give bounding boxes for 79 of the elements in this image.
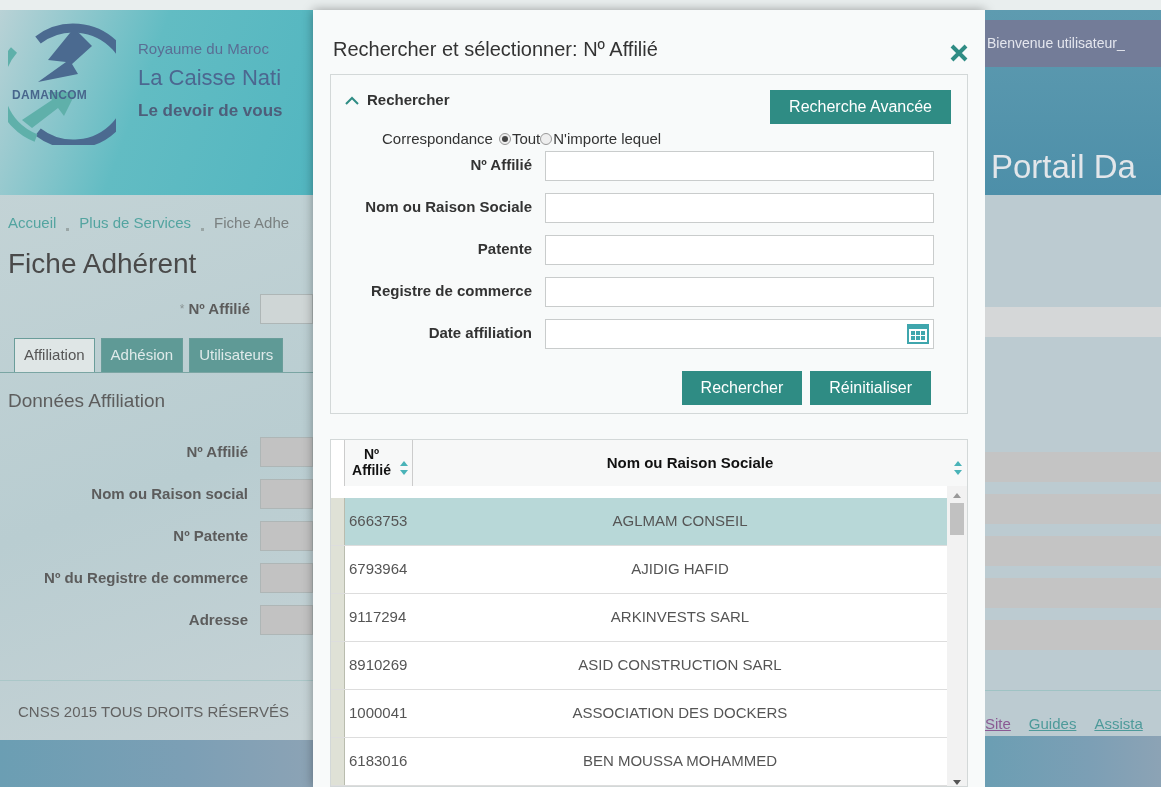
table-cell-text: ASID CONSTRUCTION SARL — [577, 655, 783, 676]
field-label: Nom ou Raison social — [91, 483, 248, 504]
footer-link[interactable]: Site — [985, 713, 1011, 736]
table-row[interactable]: 9117294 ARKINVESTS SARL — [331, 594, 947, 642]
breadcrumb-separator — [201, 227, 205, 231]
chevron-icon — [345, 94, 359, 106]
table-cell-text: ARKINVESTS SARL — [609, 607, 751, 628]
welcome-text: Bienvenue utilisateur_ — [985, 20, 1161, 67]
table-cell-text: BEN MOUSSA MOHAMMED — [581, 751, 779, 772]
field-label: Registre de commerce — [370, 281, 532, 302]
table-row[interactable]: 6663753 AGLMAM CONSEIL — [331, 498, 947, 546]
table-row[interactable]: 1000041 ASSOCIATION DES DOCKERS — [331, 690, 947, 738]
field-label: Adresse — [188, 609, 248, 630]
close-icon — [950, 43, 968, 62]
section-title: Données Affiliation — [7, 388, 167, 413]
breadcrumb-separator — [66, 227, 70, 231]
page-title: Fiche Adhérent — [7, 246, 198, 281]
table-cell-text: 8910269 — [348, 655, 409, 676]
input-field[interactable] — [985, 536, 1161, 566]
table-cell-text: 1000041 — [348, 703, 409, 724]
column-header[interactable]: Nom ou Raison Sociale — [413, 439, 967, 486]
date-field[interactable] — [545, 318, 934, 349]
field-label: Nº Patente — [173, 525, 248, 546]
motto-text: Le devoir de vous — [138, 99, 283, 122]
table-cell-text: AGLMAM CONSEIL — [611, 511, 749, 532]
field-label: Patente — [476, 239, 532, 260]
input-field[interactable] — [260, 563, 313, 594]
table-row[interactable]: 6183016 BEN MOUSSA MOHAMMED — [331, 738, 947, 786]
input-field[interactable] — [985, 307, 1161, 337]
tab[interactable]: Affiliation — [14, 338, 95, 372]
input-field[interactable] — [260, 479, 313, 510]
table-cell-text: 6793964 — [348, 559, 409, 580]
field-label: Nº Affilié — [188, 298, 250, 319]
collapse-toggle[interactable]: Rechercher — [345, 89, 450, 112]
table-cell-text: ASSOCIATION DES DOCKERS — [571, 703, 789, 724]
table-row[interactable]: 8910269 ASID CONSTRUCTION SARL — [331, 642, 947, 690]
sort-icon — [953, 459, 963, 476]
input-field[interactable] — [260, 437, 313, 468]
dialog-title: Rechercher et sélectionner: Nº Affilié — [333, 37, 658, 62]
scrollbar[interactable] — [947, 486, 967, 786]
logo-arrows-icon — [8, 20, 116, 145]
table-cell-text: AJIDIG HAFID — [630, 559, 730, 580]
reset-button[interactable]: Réinitialiser — [810, 370, 931, 405]
field-label: Nº Affilié — [469, 155, 532, 176]
logo-text: DAMANCOM — [12, 87, 88, 104]
radio-option[interactable]: Tout — [498, 128, 541, 151]
scroll-down-icon — [953, 779, 961, 786]
organization-name: La Caisse Nati — [138, 63, 283, 92]
scroll-up-icon — [953, 492, 961, 499]
input-field[interactable] — [545, 276, 934, 307]
kingdom-text: Royaume du Maroc — [138, 39, 270, 59]
breadcrumb-item: Fiche Adhe — [214, 213, 290, 233]
field-label: Nom ou Raison Sociale — [364, 197, 532, 218]
input-field[interactable] — [985, 494, 1161, 524]
sort-icon — [399, 459, 409, 476]
calendar-icon — [907, 323, 929, 344]
input-field[interactable] — [985, 578, 1161, 608]
input-field[interactable] — [545, 192, 934, 223]
table-cell-text: 6183016 — [348, 751, 409, 772]
scroll-thumb[interactable] — [950, 503, 964, 535]
table-row[interactable]: 6793964 AJIDIG HAFID — [331, 546, 947, 594]
advanced-search-button[interactable]: Recherche Avancée — [770, 90, 951, 124]
portal-title: Portail Da — [990, 146, 1137, 187]
input-field[interactable] — [260, 521, 313, 552]
input-field[interactable] — [985, 620, 1161, 650]
radio-option[interactable]: N'importe lequel — [540, 128, 662, 151]
input-field[interactable] — [545, 234, 934, 265]
input-field[interactable] — [985, 452, 1161, 482]
input-field[interactable] — [545, 150, 934, 181]
required-marker: * — [179, 301, 185, 319]
table-cell-text: 9117294 — [348, 607, 408, 628]
match-label: Correspondance — [382, 129, 493, 149]
field-label: Date affiliation — [427, 323, 532, 344]
field-label: Nº Affilié — [186, 441, 248, 462]
input-field[interactable] — [260, 605, 313, 636]
input-field[interactable] — [260, 294, 313, 325]
field-label: Nº du Registre de commerce — [44, 567, 248, 588]
table-cell-text: 6663753 — [348, 511, 409, 532]
search-button[interactable]: Rechercher — [681, 370, 803, 405]
